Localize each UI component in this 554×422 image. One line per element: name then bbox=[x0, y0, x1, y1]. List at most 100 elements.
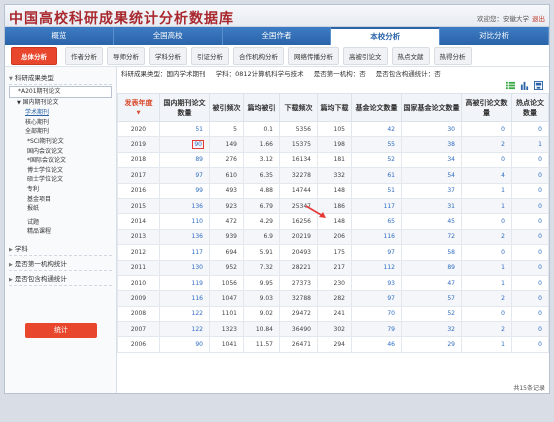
cell-link[interactable]: 1 bbox=[501, 341, 505, 348]
table-cell[interactable]: 0 bbox=[511, 182, 549, 199]
subtab-hot-literature[interactable]: 热点文献 bbox=[391, 46, 430, 65]
cell-link[interactable]: 117 bbox=[384, 203, 395, 210]
bar-chart-icon[interactable] bbox=[520, 81, 529, 90]
cell-link[interactable]: 119 bbox=[192, 280, 203, 287]
cell-link[interactable]: 0 bbox=[538, 280, 542, 287]
cell-link[interactable]: 47 bbox=[447, 280, 455, 287]
sidebar-item[interactable]: 全部期刊 bbox=[9, 127, 112, 137]
table-cell[interactable]: 52 bbox=[401, 305, 462, 323]
subtab-highly-cited[interactable]: 高被引论文 bbox=[343, 46, 388, 65]
tab-overview[interactable]: 概览 bbox=[5, 27, 114, 45]
table-cell[interactable]: 97 bbox=[351, 290, 402, 307]
subtab-author-analysis[interactable]: 作者分析 bbox=[65, 46, 103, 65]
table-cell[interactable]: 58 bbox=[401, 244, 462, 261]
cell-link[interactable]: 0 bbox=[538, 172, 542, 179]
table-cell[interactable]: 90 bbox=[159, 336, 210, 353]
table-cell[interactable]: 0 bbox=[511, 305, 549, 323]
table-cell[interactable]: 0 bbox=[461, 305, 512, 323]
cell-link[interactable]: 1 bbox=[501, 187, 505, 194]
column-header[interactable]: 基金论文数量 bbox=[351, 93, 402, 122]
cell-link[interactable]: 0 bbox=[501, 156, 505, 163]
cell-link[interactable]: 46 bbox=[387, 341, 395, 348]
table-cell[interactable]: 1 bbox=[461, 259, 512, 276]
sidebar-item[interactable]: 核心期刊 bbox=[9, 118, 112, 128]
cell-link[interactable]: 0 bbox=[538, 341, 542, 348]
table-cell[interactable]: 72 bbox=[401, 228, 462, 246]
tab-national-universities[interactable]: 全国高校 bbox=[114, 27, 223, 45]
table-cell[interactable]: 0 bbox=[511, 244, 549, 261]
table-cell[interactable]: 38 bbox=[401, 136, 462, 153]
cell-link[interactable]: 0 bbox=[501, 310, 505, 317]
sidebar-item[interactable]: 学术期刊 bbox=[9, 108, 112, 118]
cell-link[interactable]: 45 bbox=[447, 218, 455, 225]
subtab-hot-analysis[interactable]: 热得分析 bbox=[433, 46, 472, 65]
table-cell[interactable]: 54 bbox=[401, 167, 462, 184]
cell-link[interactable]: 0 bbox=[538, 156, 542, 163]
sidebar-group-result-type[interactable]: ▼ 科研成果类型 bbox=[9, 70, 112, 85]
cell-link[interactable]: 0 bbox=[538, 310, 542, 317]
table-cell[interactable]: 89 bbox=[159, 151, 210, 169]
subtab-citation-analysis[interactable]: 引证分析 bbox=[191, 46, 229, 65]
column-header[interactable]: 热点论文数量 bbox=[511, 93, 549, 122]
cell-link[interactable]: 2 bbox=[501, 233, 505, 240]
cell-link[interactable]: 0 bbox=[538, 126, 542, 133]
sidebar-item[interactable]: 精品课程 bbox=[9, 227, 112, 237]
table-cell[interactable]: 117 bbox=[159, 244, 210, 261]
tab-national-authors[interactable]: 全国作者 bbox=[223, 27, 332, 45]
cell-link[interactable]: 0 bbox=[501, 218, 505, 225]
table-cell[interactable]: 2 bbox=[461, 321, 512, 338]
table-cell[interactable]: 116 bbox=[159, 290, 210, 307]
table-cell[interactable]: 1 bbox=[461, 197, 512, 215]
table-cell[interactable]: 0 bbox=[511, 197, 549, 215]
cell-link[interactable]: 1 bbox=[538, 141, 542, 148]
sidebar-item[interactable]: 硕士学位论文 bbox=[9, 175, 112, 185]
cell-link[interactable]: 1 bbox=[501, 203, 505, 210]
table-cell[interactable]: 0 bbox=[511, 213, 549, 230]
cell-link[interactable]: 1 bbox=[501, 264, 505, 271]
table-cell[interactable]: 119 bbox=[159, 274, 210, 292]
cell-link[interactable]: 58 bbox=[447, 249, 455, 256]
cell-link[interactable]: 70 bbox=[387, 310, 395, 317]
table-cell[interactable]: 4 bbox=[461, 167, 512, 184]
subtab-advisor-analysis[interactable]: 导师分析 bbox=[107, 46, 145, 65]
cell-link[interactable]: 136 bbox=[192, 203, 203, 210]
cell-link[interactable]: 112 bbox=[384, 264, 395, 271]
table-cell[interactable]: 52 bbox=[351, 151, 402, 169]
cell-link[interactable]: 117 bbox=[192, 249, 203, 256]
column-header[interactable]: 国内期刊论文数量 bbox=[159, 93, 210, 122]
cell-link[interactable]: 0 bbox=[538, 203, 542, 210]
cell-link[interactable]: 38 bbox=[447, 141, 455, 148]
cell-link[interactable]: 97 bbox=[387, 295, 395, 302]
table-cell[interactable]: 1 bbox=[511, 136, 549, 153]
table-cell[interactable]: 97 bbox=[351, 244, 402, 261]
subtab-cooperation-analysis[interactable]: 合作机构分析 bbox=[233, 46, 284, 65]
cell-link[interactable]: 0 bbox=[538, 295, 542, 302]
table-cell[interactable]: 0 bbox=[511, 274, 549, 292]
cell-link[interactable]: 90 bbox=[192, 140, 204, 150]
sidebar-item[interactable]: 试题 bbox=[9, 218, 112, 228]
table-cell[interactable]: 1 bbox=[461, 182, 512, 199]
table-cell[interactable]: 31 bbox=[401, 197, 462, 215]
cell-link[interactable]: 136 bbox=[192, 233, 203, 240]
column-header[interactable]: 高被引论文数量 bbox=[461, 93, 512, 122]
table-cell[interactable]: 0 bbox=[511, 167, 549, 184]
cell-link[interactable]: 1 bbox=[501, 280, 505, 287]
cell-link[interactable]: 0 bbox=[538, 326, 542, 333]
sidebar-group-subject[interactable]: ▶ 学科 bbox=[9, 241, 112, 256]
cell-link[interactable]: 2 bbox=[501, 295, 505, 302]
cell-link[interactable]: 130 bbox=[192, 264, 203, 271]
tab-comparison-analysis[interactable]: 对比分析 bbox=[440, 27, 549, 45]
table-cell[interactable]: 136 bbox=[159, 228, 210, 246]
subtab-subject-analysis[interactable]: 学科分析 bbox=[149, 46, 187, 65]
table-cell[interactable]: 1 bbox=[461, 274, 512, 292]
cell-link[interactable]: 0 bbox=[538, 233, 542, 240]
table-cell[interactable]: 130 bbox=[159, 259, 210, 276]
table-cell[interactable]: 99 bbox=[159, 182, 210, 199]
cell-link[interactable]: 42 bbox=[387, 126, 395, 133]
cell-link[interactable]: 0 bbox=[538, 218, 542, 225]
table-cell[interactable]: 89 bbox=[401, 259, 462, 276]
sidebar-item[interactable]: 专利 bbox=[9, 185, 112, 195]
table-cell[interactable]: 0 bbox=[461, 151, 512, 169]
table-cell[interactable]: 0 bbox=[511, 336, 549, 353]
table-cell[interactable]: 32 bbox=[401, 321, 462, 338]
